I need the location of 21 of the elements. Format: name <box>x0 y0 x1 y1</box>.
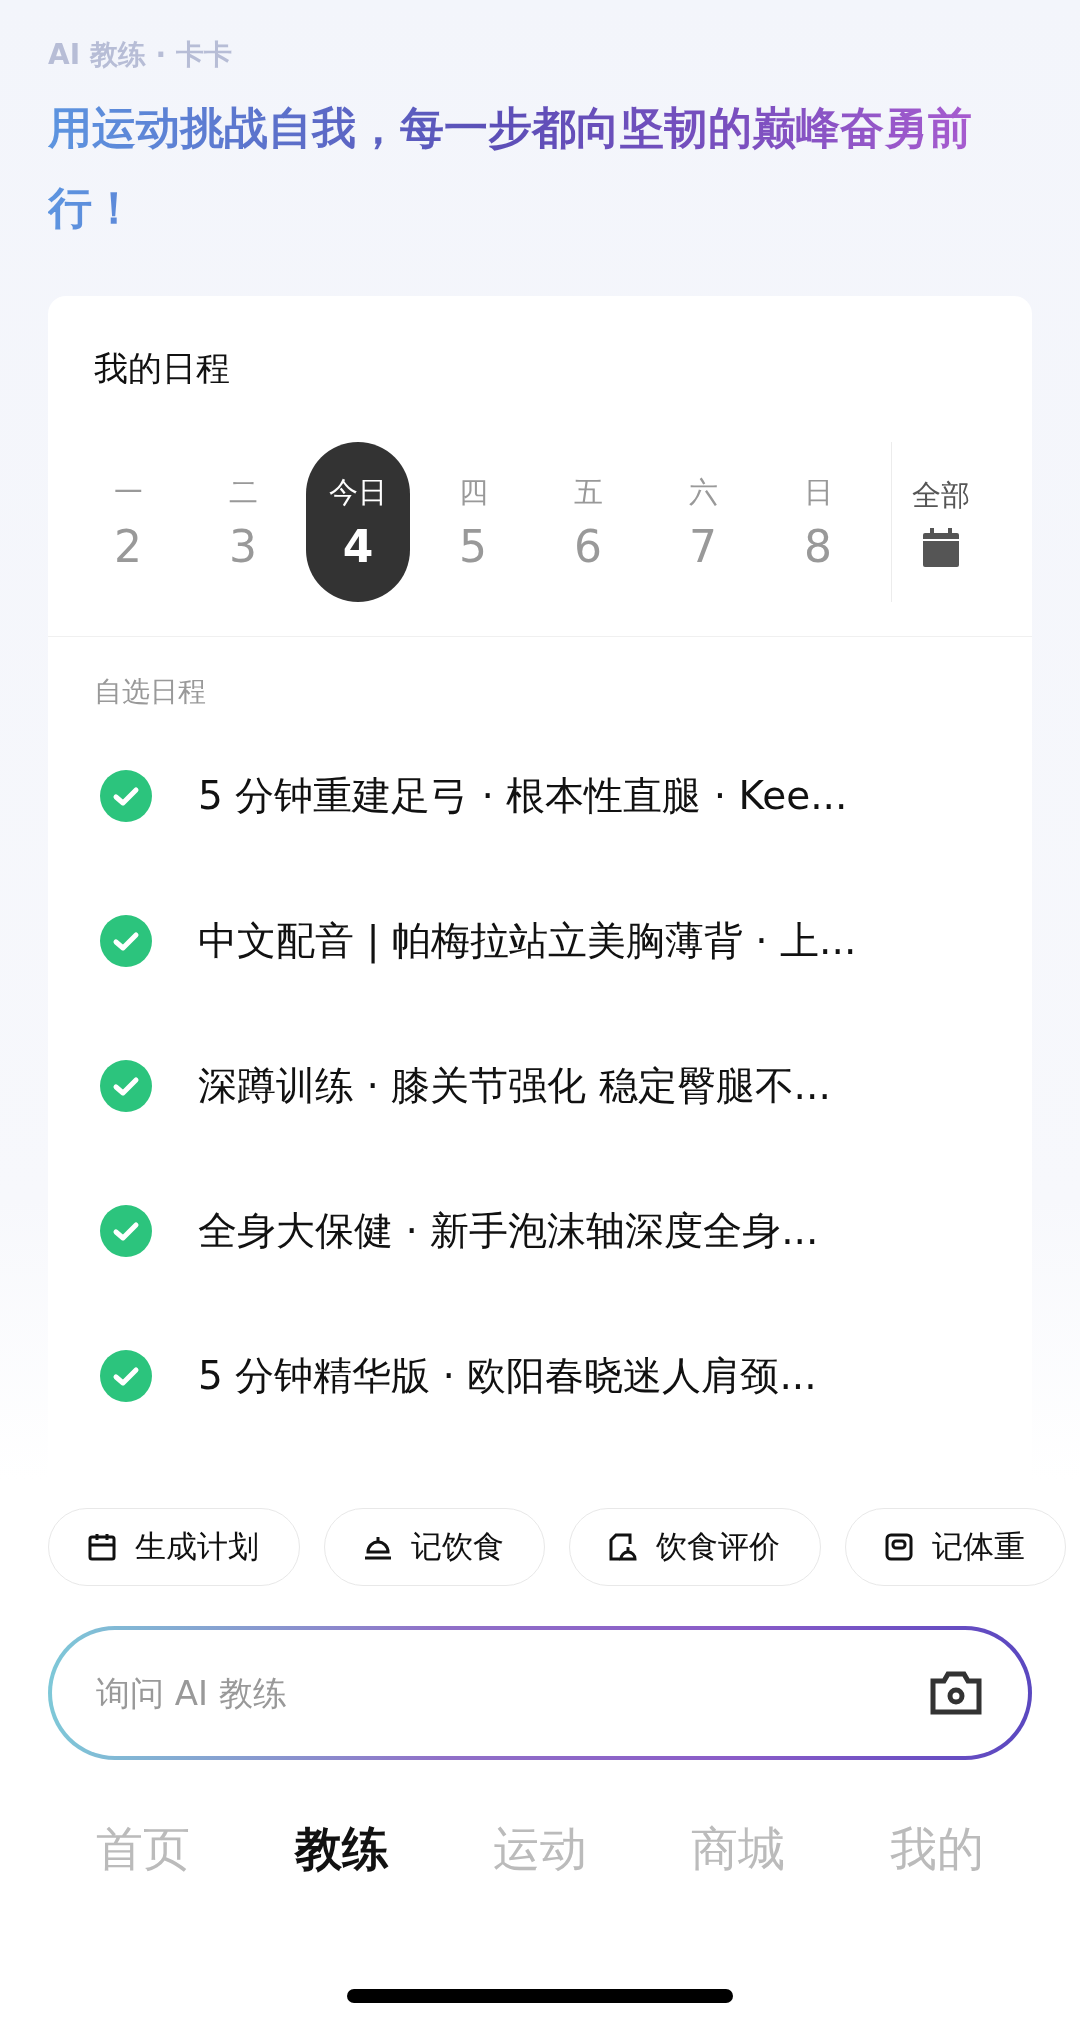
schedule-item[interactable]: 5 分钟精华版 · 欧阳春晓迷人肩颈... <box>198 1348 817 1403</box>
section-label: 自选日程 <box>93 674 207 710</box>
schedule-item[interactable]: 5 分钟重建足弓 · 根本性直腿 · Kee... <box>198 768 848 823</box>
quick-action-chip[interactable]: 记饮食 <box>324 1508 545 1586</box>
calendar-icon <box>87 1532 117 1562</box>
food-note-icon <box>608 1532 638 1562</box>
all-label[interactable]: 全部 <box>912 476 970 516</box>
schedule-item[interactable]: 中文配音 | 帕梅拉站立美胸薄背 · 上... <box>198 913 857 968</box>
calendar-icon[interactable] <box>922 528 960 568</box>
quick-action-chip[interactable]: 生成计划 <box>48 1508 300 1586</box>
quick-action-chip[interactable]: 饮食评价 <box>569 1508 821 1586</box>
ask-input-field[interactable]: 询问 AI 教练 <box>94 1672 930 1714</box>
schedule-item[interactable]: 深蹲训练 · 膝关节强化 稳定臀腿不... <box>198 1058 831 1113</box>
coach-name: AI 教练 · 卡卡 <box>48 37 233 73</box>
card-title: 我的日程 <box>93 347 231 390</box>
schedule-item[interactable]: 全身大保健 · 新手泡沫轴深度全身... <box>198 1203 819 1258</box>
quick-action-chip[interactable]: 记体重 <box>845 1508 1066 1586</box>
scale-icon <box>884 1532 914 1562</box>
nav-tab[interactable]: 教练 <box>294 1818 389 1881</box>
day-tab[interactable]: 今日 4 <box>306 442 410 602</box>
camera-icon[interactable] <box>930 1671 982 1715</box>
